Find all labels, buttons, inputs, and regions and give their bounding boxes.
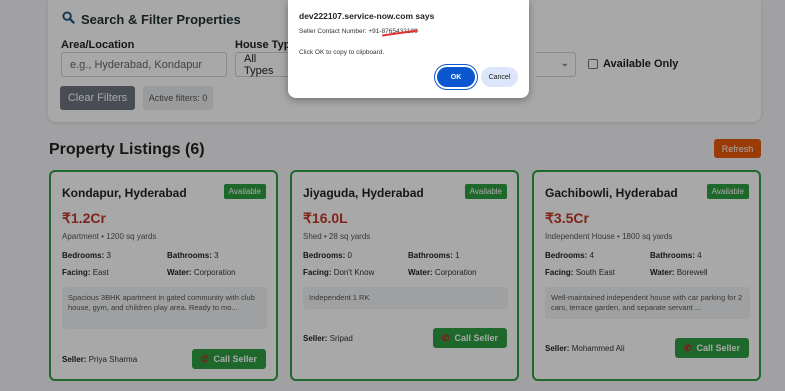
ok-button[interactable]: OK — [437, 67, 475, 87]
alert-dialog: dev222107.service-now.com says Seller Co… — [288, 0, 529, 98]
cancel-button[interactable]: Cancel — [481, 67, 518, 87]
dialog-note: Click OK to copy to clipboard. — [299, 49, 385, 56]
redacted-phone-number: 8765432109 — [381, 28, 418, 35]
dialog-title: dev222107.service-now.com says — [299, 11, 435, 21]
dialog-message: Seller Contact Number: +91-8765432109 — [299, 28, 418, 35]
